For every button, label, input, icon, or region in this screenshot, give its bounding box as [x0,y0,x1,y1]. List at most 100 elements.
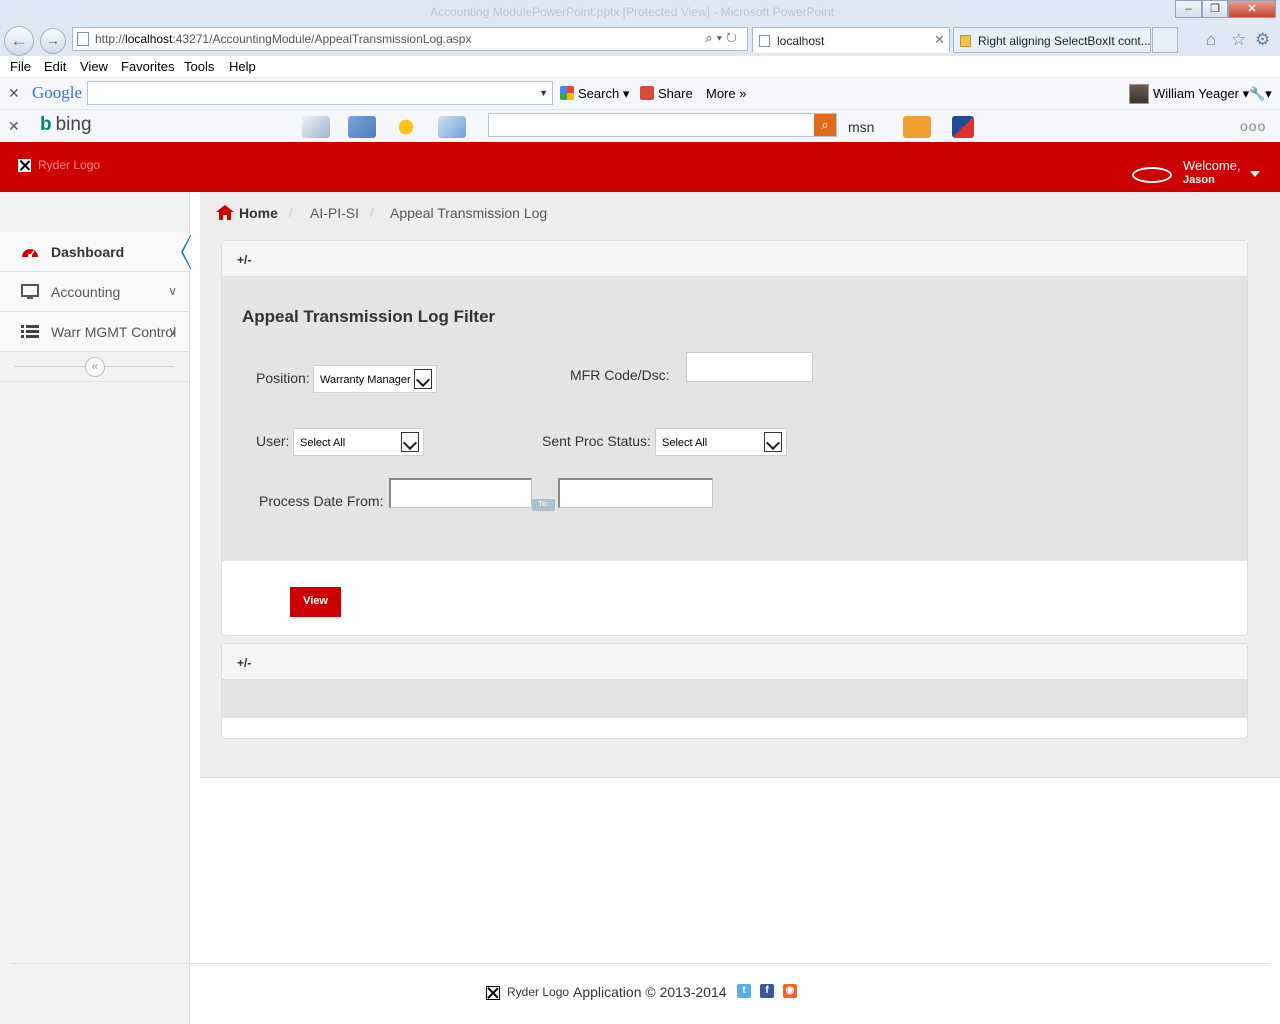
share-icon [640,86,654,100]
chevron-down-icon[interactable]: ▼ [539,88,548,98]
menu-view[interactable]: View [80,59,108,74]
refresh-icon[interactable]: ↻ [726,30,741,45]
favorites-star-icon[interactable]: ☆ [1231,30,1246,50]
close-tab-icon[interactable]: ✕ [934,32,945,48]
sidebar-item-dashboard[interactable]: Dashboard [0,232,191,272]
user-name: Jason [1183,174,1215,186]
mfr-code-label: MFR Code/Dsc: [570,367,670,383]
close-toolbar-icon[interactable]: ✕ [8,118,20,135]
bing-b-icon[interactable] [903,116,931,138]
address-bar[interactable]: http://localhost:43271/AccountingModule/… [72,27,748,51]
filter-form: Appeal Transmission Log Filter Position:… [222,277,1247,561]
sidebar: Dashboard Accounting ∨ Warr MGMT Control… [0,192,191,1024]
close-toolbar-icon[interactable]: ✕ [8,85,20,102]
rss-icon[interactable]: ◉ [783,984,797,998]
dropdown-icon[interactable]: ▾ [717,30,726,45]
maximize-button[interactable]: ❐ [1202,0,1228,18]
menu-tools[interactable]: Tools [184,59,214,74]
google-g-icon [560,86,574,100]
sidebar-item-warr-mgmt[interactable]: Warr MGMT Control ∨ [0,312,189,352]
calendar-icon[interactable] [348,116,376,138]
ryder-logo[interactable]: Ryder Logo [38,158,100,172]
bing-logo: b bing [40,114,92,135]
google-logo: Google [32,83,83,102]
back-arrow-icon: ← [10,31,28,50]
breadcrumb-ai-pi-si[interactable]: AI-PI-SI [310,205,359,221]
user-label: User: [256,433,290,449]
home-icon[interactable] [216,205,234,220]
forward-button[interactable]: → [40,28,66,54]
tab-selectboxit[interactable]: Right aligning SelectBoxIt cont... [953,27,1151,53]
google-share-button[interactable]: Share [640,86,693,101]
list-icon [21,324,39,340]
more-dots-icon[interactable]: ooo [1240,118,1266,134]
menu-favorites[interactable]: Favorites [121,59,174,74]
breadcrumb-current: Appeal Transmission Log [390,205,548,221]
search-icon[interactable]: ⌕ [814,114,836,136]
forward-arrow-icon: → [46,32,60,48]
breadcrumb-home[interactable]: Home [239,205,278,221]
settings-gear-icon[interactable]: ⚙ [1255,30,1270,50]
process-date-from-input[interactable] [389,478,532,508]
weather-sun-icon[interactable] [392,116,420,138]
panel-toggle[interactable]: +/- [222,241,1247,277]
sidebar-item-accounting[interactable]: Accounting ∨ [0,272,189,312]
caret-down-icon[interactable] [1250,171,1260,177]
bing-search-input[interactable]: ⌕ [488,113,837,137]
page-icon [77,32,89,46]
page-icon [759,35,770,47]
flag-icon[interactable] [952,116,974,138]
minimize-button[interactable]: – [1175,0,1202,18]
search-icon[interactable]: ⌕ [705,30,716,45]
news-icon[interactable] [302,116,330,138]
close-window-button[interactable]: ✕ [1228,0,1276,18]
mail-icon[interactable] [438,116,466,138]
tab-localhost[interactable]: localhost ✕ [752,27,950,53]
wrench-icon[interactable]: 🔧▾ [1249,86,1272,102]
google-search-input[interactable]: ▼ [87,81,553,105]
welcome-menu[interactable]: Welcome, Jason [1183,158,1241,186]
menu-edit[interactable]: Edit [44,59,66,74]
chevron-down-icon: ∨ [168,284,177,298]
footer-divider [190,965,1268,966]
menu-bar: File Edit View Favorites Tools Help [0,56,1280,78]
breadcrumb: Home / AI-PI-SI / Appeal Transmission Lo… [200,192,1280,234]
chevron-down-icon [401,432,419,452]
process-date-to-input[interactable] [558,478,713,508]
sent-proc-status-select[interactable]: Select All [655,428,787,456]
footer-logo: Ryder Logo [507,985,570,999]
user-select[interactable]: Select All [293,428,424,456]
page-icon [960,35,971,47]
results-body [222,680,1247,718]
twitter-icon[interactable]: t [737,984,751,998]
menu-help[interactable]: Help [229,59,256,74]
google-user-menu[interactable]: William Yeager ▾ [1153,86,1249,102]
to-label: To: [532,499,555,511]
google-toolbar: ✕ Google ▼ Search ▾ Share More » William… [0,78,1280,110]
broken-image-icon [486,986,500,1000]
broken-image-icon [18,159,31,172]
msn-logo[interactable]: msn [848,119,874,135]
sidebar-item-label: Warr MGMT Control [51,324,177,340]
position-label: Position: [256,370,310,386]
back-button[interactable]: ← [4,26,34,56]
view-button[interactable]: View [290,587,341,617]
user-avatar[interactable] [1132,167,1172,183]
menu-file[interactable]: File [10,59,31,74]
google-user-avatar [1129,84,1149,104]
home-icon[interactable]: ⌂ [1206,30,1216,50]
mfr-code-input[interactable] [686,352,813,382]
bing-toolbar: ✕ b bing ⌕ msn ooo [0,110,1280,142]
facebook-icon[interactable]: f [760,984,774,998]
new-tab-button[interactable] [1152,27,1178,53]
process-date-label: Process Date From: [259,493,384,509]
position-select[interactable]: Warranty Manager [313,365,437,393]
google-more-button[interactable]: More » [706,86,746,101]
active-marker-inner [183,236,191,268]
address-url[interactable]: http://localhost:43271/AccountingModule/… [95,32,471,46]
sidebar-collapse-button[interactable]: « [85,357,105,377]
panel-toggle[interactable]: +/- [222,644,1247,680]
google-search-button[interactable]: Search ▾ [560,86,629,102]
address-tools[interactable]: ⌕▾↻ [705,30,741,46]
sidebar-item-label: Accounting [51,284,121,300]
